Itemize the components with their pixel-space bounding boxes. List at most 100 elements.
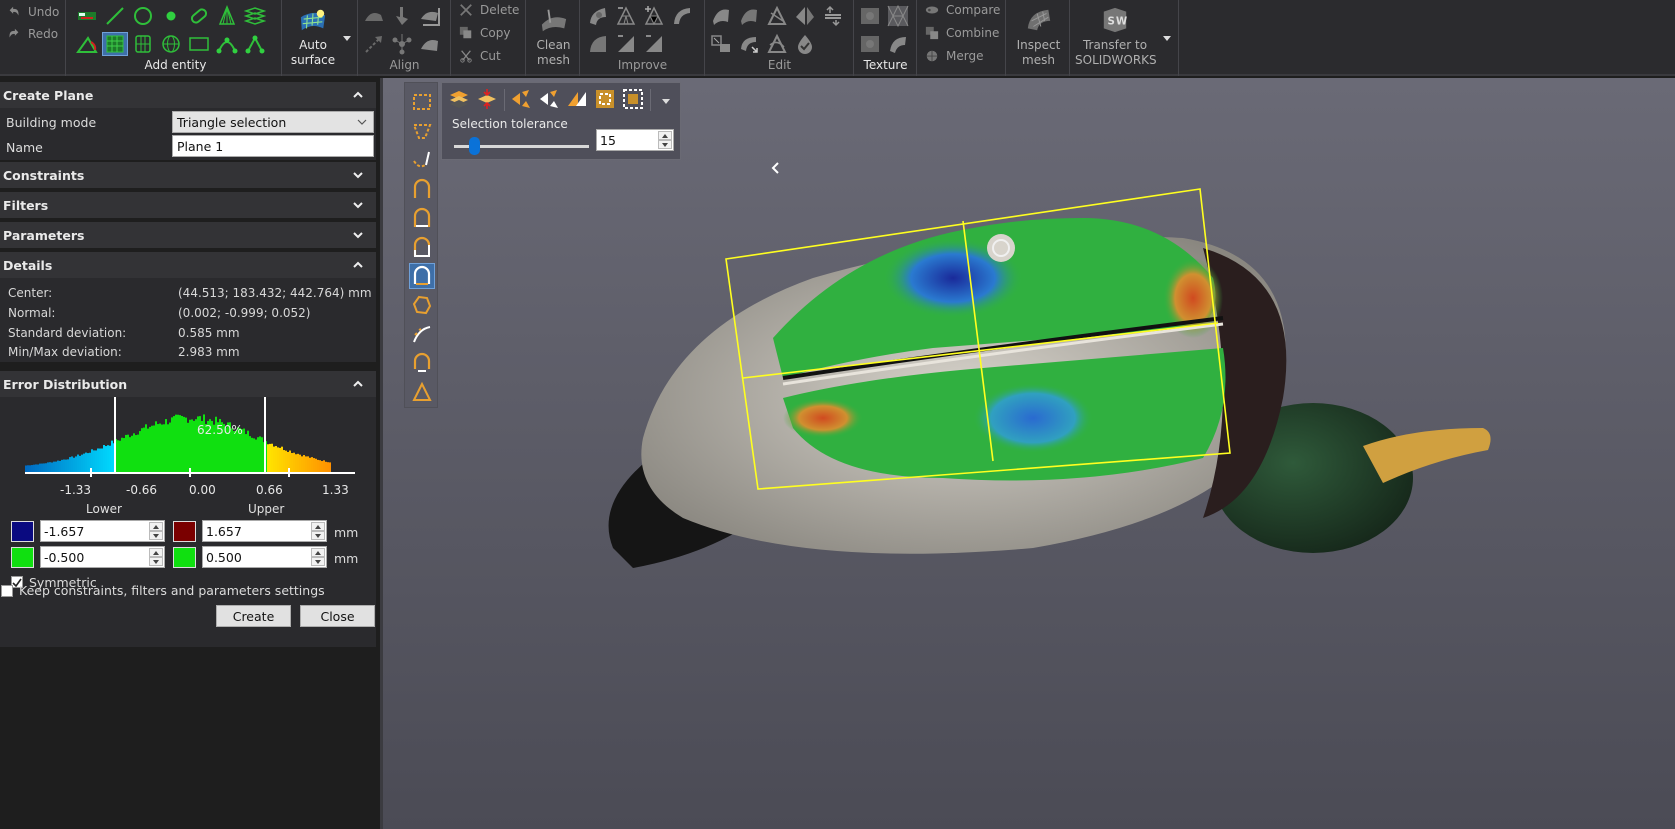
filters-header[interactable]: Filters [0, 192, 376, 218]
lower-outer-color-swatch[interactable] [11, 521, 34, 542]
building-mode-select[interactable]: Triangle selection [172, 111, 374, 133]
line-icon[interactable] [102, 4, 128, 28]
region-select-1-icon[interactable] [409, 176, 435, 202]
fill-holes-icon[interactable] [669, 4, 695, 28]
error-distribution-header[interactable]: Error Distribution [0, 371, 376, 397]
point-cloud-icon[interactable] [74, 4, 100, 28]
auto-surface-button[interactable]: Auto surface [287, 4, 339, 68]
collapse-toolbar-button[interactable] [769, 160, 783, 176]
cylinder-icon[interactable] [130, 32, 156, 56]
subdivide-icon[interactable] [641, 4, 667, 28]
auto-surface-dropdown[interactable] [343, 36, 351, 41]
keep-settings-checkbox[interactable] [1, 585, 13, 597]
remove-features-icon[interactable] [613, 32, 639, 56]
check-mesh-icon[interactable] [792, 32, 818, 56]
split-icon[interactable] [792, 4, 818, 28]
slider-thumb[interactable] [469, 137, 481, 155]
triangle-select-icon[interactable] [409, 379, 435, 405]
align-mesh-icon[interactable] [417, 32, 443, 56]
clean-mesh-button[interactable]: Clean mesh [527, 4, 580, 68]
spin-down-icon[interactable] [311, 531, 325, 540]
offset-icon[interactable] [708, 4, 734, 28]
plane-icon[interactable] [102, 32, 128, 56]
bend-icon[interactable] [736, 32, 762, 56]
cut-button[interactable]: Cut [458, 46, 501, 66]
spin-down-icon[interactable] [149, 557, 163, 566]
create-plane-header[interactable]: Create Plane [0, 82, 376, 108]
spin-up-icon[interactable] [149, 522, 163, 531]
spin-up-icon[interactable] [149, 548, 163, 557]
copy-button[interactable]: Copy [458, 23, 510, 43]
constraints-header[interactable]: Constraints [0, 162, 376, 188]
upper-outer-input[interactable]: 1.657 [202, 520, 327, 542]
path-select-icon[interactable] [409, 321, 435, 347]
select-through-icon[interactable] [446, 87, 472, 111]
texture-project-icon[interactable] [857, 4, 883, 28]
cut-mesh-icon[interactable] [764, 4, 790, 28]
texture-remove-icon[interactable] [857, 32, 883, 56]
redo-button[interactable]: Redo [6, 24, 58, 44]
region-select-2-icon[interactable] [409, 205, 435, 231]
3d-viewport[interactable] [383, 78, 1675, 829]
upper-inner-color-swatch[interactable] [173, 547, 196, 568]
mesh-model[interactable] [383, 78, 1675, 829]
spin-down-icon[interactable] [149, 531, 163, 540]
spin-buttons[interactable] [311, 548, 325, 566]
spin-down-icon[interactable] [658, 140, 672, 149]
parameters-header[interactable]: Parameters [0, 222, 376, 248]
spin-up-icon[interactable] [311, 548, 325, 557]
circle-icon[interactable] [130, 4, 156, 28]
transfer-to-solidworks-button[interactable]: SW Transfer to SOLIDWORKS [1075, 4, 1157, 68]
shrink-selection-icon[interactable] [536, 87, 562, 111]
align-vector-icon[interactable] [361, 32, 387, 56]
rect-select-icon[interactable] [409, 89, 435, 115]
align-best-fit-icon[interactable] [361, 4, 387, 28]
lower-outer-input[interactable]: -1.657 [40, 520, 165, 542]
polygon-select-icon[interactable] [409, 292, 435, 318]
invert-selection-icon[interactable] [564, 87, 590, 111]
spin-buttons[interactable] [149, 548, 163, 566]
layers-icon[interactable] [242, 4, 268, 28]
polyline-icon[interactable] [242, 32, 268, 56]
region-select-4-icon[interactable] [409, 263, 435, 289]
transfer-dropdown[interactable] [1163, 36, 1171, 41]
create-button[interactable]: Create [216, 605, 291, 627]
compare-button[interactable]: Compare [924, 0, 1000, 20]
region-select-5-icon[interactable] [409, 350, 435, 376]
merge-button[interactable]: Merge [924, 46, 983, 66]
spin-buttons[interactable] [658, 131, 672, 149]
cone-icon[interactable] [214, 4, 240, 28]
texture-mesh-icon[interactable] [885, 4, 911, 28]
close-button[interactable]: Close [300, 605, 375, 627]
spin-down-icon[interactable] [311, 557, 325, 566]
point-icon[interactable] [158, 4, 184, 28]
upper-outer-color-swatch[interactable] [173, 521, 196, 542]
selection-options-dropdown[interactable] [662, 99, 670, 104]
brush-select-icon[interactable] [409, 147, 435, 173]
deselect-all-icon[interactable] [620, 87, 646, 111]
spin-buttons[interactable] [311, 522, 325, 540]
align-surface-icon[interactable] [417, 4, 443, 28]
inspect-mesh-button[interactable]: Inspect mesh [1007, 4, 1070, 68]
flip-normals-icon[interactable] [820, 4, 846, 28]
thicken-icon[interactable] [736, 4, 762, 28]
details-header[interactable]: Details [0, 252, 376, 278]
decimate-icon[interactable] [613, 4, 639, 28]
lower-inner-color-swatch[interactable] [11, 547, 34, 568]
select-all-icon[interactable] [592, 87, 618, 111]
grow-selection-icon[interactable] [508, 87, 534, 111]
lower-inner-input[interactable]: -0.500 [40, 546, 165, 568]
spin-buttons[interactable] [149, 522, 163, 540]
plane-name-input[interactable]: Plane 1 [172, 135, 374, 157]
deform-icon[interactable] [764, 32, 790, 56]
slot-icon[interactable] [186, 4, 212, 28]
align-manual-icon[interactable] [389, 4, 415, 28]
smooth-icon[interactable] [585, 4, 611, 28]
combine-button[interactable]: Combine [924, 23, 999, 43]
upper-inner-input[interactable]: 0.500 [202, 546, 327, 568]
rectangle-icon[interactable] [186, 32, 212, 56]
select-visible-icon[interactable] [474, 87, 500, 111]
spin-up-icon[interactable] [658, 131, 672, 140]
selection-tolerance-input[interactable]: 15 [596, 129, 674, 151]
remove-spikes-icon[interactable] [585, 32, 611, 56]
